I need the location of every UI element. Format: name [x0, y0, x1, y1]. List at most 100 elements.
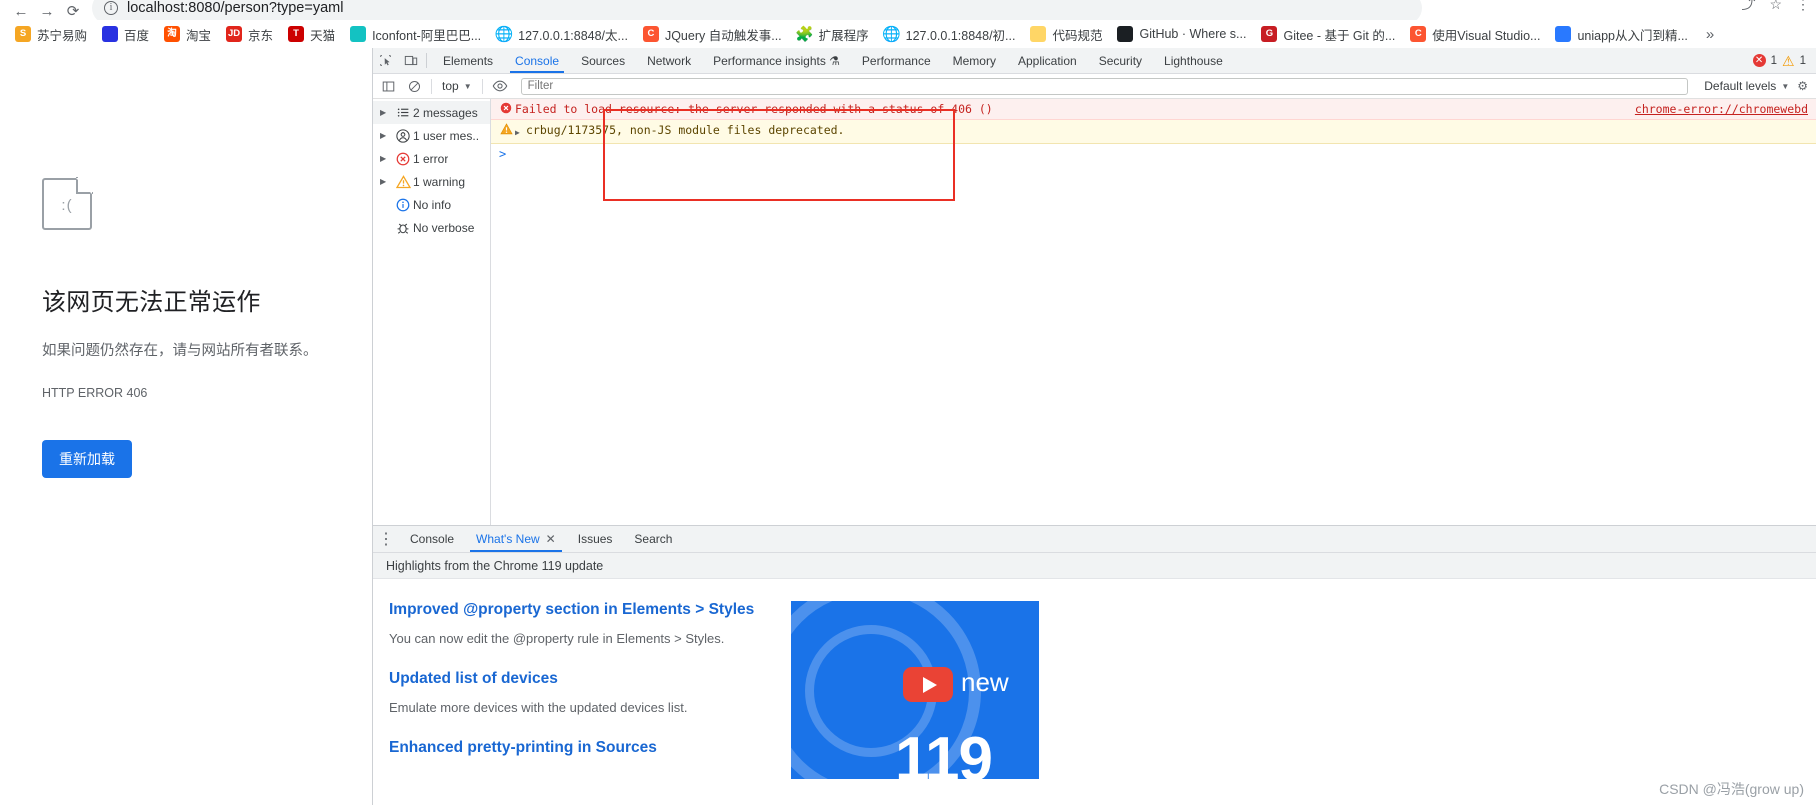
bookmark-label: 百度 — [124, 28, 150, 43]
console-sidebar-item[interactable]: ▶ 2 messages — [373, 101, 490, 124]
error-count-icon[interactable]: ✕ — [1752, 54, 1766, 67]
expand-triangle-icon[interactable]: ▶ — [515, 122, 526, 141]
console-sidebar-label: 1 warning — [413, 174, 466, 189]
devtools-tab-lighthouse[interactable]: Lighthouse — [1153, 48, 1234, 73]
bookmark-item[interactable]: 百度 — [95, 22, 156, 46]
console-error-source-link[interactable]: chrome-error://chromewebd — [1635, 101, 1808, 117]
console-sidebar-label: 1 error — [413, 151, 449, 166]
devtools-tab-security[interactable]: Security — [1088, 48, 1153, 73]
console-sidebar-label: No info — [413, 197, 452, 212]
inspect-element-icon[interactable] — [373, 48, 398, 73]
more-options-icon[interactable]: ⋮ — [373, 526, 399, 552]
settings-gear-icon[interactable]: ⚙ — [1797, 79, 1816, 93]
console-log-levels-select[interactable]: Default levels ▼ — [1696, 79, 1797, 93]
menu-icon[interactable]: ⋮ — [1796, 0, 1810, 13]
whats-new-description: You can now edit the @property rule in E… — [389, 631, 725, 646]
bookmark-label: uniapp从入门到精... — [1577, 28, 1688, 43]
console-filter-input[interactable] — [520, 77, 1689, 95]
bookmark-label: 代码规范 — [1052, 28, 1103, 43]
bookmark-item[interactable]: 🌐 127.0.0.1:8848/太... — [489, 22, 635, 46]
expand-triangle-icon[interactable]: ▶ — [380, 108, 393, 117]
devtools-issue-badges: ✕ 1 ⚠ 1 — [1752, 48, 1816, 73]
console-sidebar-item[interactable]: ▶ 1 error — [373, 147, 490, 170]
error-page: :( 该网页无法正常运作 如果问题仍然存在，请与网站所有者联系。 HTTP ER… — [42, 177, 372, 478]
iconfont-favicon — [350, 26, 367, 42]
bookmark-item[interactable]: JD 京东 — [219, 22, 280, 46]
error-code: HTTP ERROR 406 — [42, 386, 148, 400]
site-info-icon[interactable]: i — [104, 1, 118, 15]
drawer-tab-console[interactable]: Console — [399, 526, 465, 552]
youtube-play-icon[interactable] — [903, 667, 953, 702]
bookmark-item[interactable]: 代码规范 — [1023, 22, 1109, 46]
star-icon[interactable]: ☆ — [1769, 0, 1782, 13]
drawer-tab-what-s-new[interactable]: What's New ✕ — [465, 526, 567, 552]
console-toolbar: top ▼ Default levels ▼ ⚙ — [373, 74, 1816, 99]
uniapp-favicon — [1555, 26, 1572, 42]
devtools-tab-network[interactable]: Network — [636, 48, 702, 73]
console-message-warning[interactable]: ▶ crbug/1173575, non-JS module files dep… — [491, 120, 1816, 144]
expand-triangle-icon[interactable]: ▶ — [380, 154, 393, 163]
console-sidebar-label: 1 user mes.. — [413, 128, 480, 143]
drawer-tab-search[interactable]: Search — [623, 526, 683, 552]
bookmark-item[interactable]: C JQuery 自动触发事... — [636, 22, 789, 46]
sad-face-glyph: :( — [61, 197, 73, 214]
jd-favicon: JD — [226, 26, 243, 42]
whats-new-subheader: Highlights from the Chrome 119 update — [373, 553, 1816, 579]
bookmark-item[interactable]: G Gitee - 基于 Git 的... — [1254, 22, 1402, 46]
console-sidebar-item[interactable]: ▶ 1 warning — [373, 170, 490, 193]
whats-new-title-link[interactable]: Updated list of devices — [389, 670, 1816, 688]
bookmark-item[interactable]: 🌐 127.0.0.1:8848/初... — [877, 22, 1023, 46]
bookmark-item[interactable]: C 使用Visual Studio... — [1403, 22, 1547, 46]
close-icon[interactable]: ✕ — [546, 532, 556, 546]
console-sidebar-toggle-icon[interactable] — [375, 80, 401, 93]
devtools-tab-sources[interactable]: Sources — [570, 48, 636, 73]
bookmark-item[interactable]: S 苏宁易购 — [8, 22, 94, 46]
share-icon[interactable]: ⤴ — [1741, 0, 1755, 14]
console-sidebar: ▶ 2 messages ▶ 1 user mes.. ▶ 1 error ▶ 1 warni… — [373, 99, 491, 525]
bookmark-item[interactable]: Iconfont-阿里巴巴... — [343, 22, 488, 46]
console-sidebar-item[interactable]: ▶ 1 user mes.. — [373, 124, 490, 147]
page-title: 该网页无法正常运作 — [42, 289, 261, 316]
devtools-tab-console[interactable]: Console — [504, 48, 570, 73]
console-sidebar-item[interactable]: No verbose — [373, 216, 490, 239]
bookmarks-overflow-button[interactable]: » — [1700, 26, 1720, 43]
execution-context-select[interactable]: top ▼ — [436, 79, 478, 93]
bookmark-item[interactable]: uniapp从入门到精... — [1548, 22, 1694, 46]
globe-icon: 🌐 — [882, 25, 901, 43]
reload-button[interactable]: ⟳ — [60, 0, 86, 22]
reload-page-button[interactable]: 重新加载 — [42, 440, 132, 478]
drawer-tab-label: What's New — [476, 532, 540, 546]
devtools-tab-memory[interactable]: Memory — [942, 48, 1007, 73]
expand-triangle-icon[interactable]: ▶ — [380, 131, 393, 140]
devtools-tab-performance-insights[interactable]: Performance insights ⚗ — [702, 48, 851, 73]
whats-new-video-thumbnail[interactable]: new 119 — [791, 601, 1039, 779]
console-sidebar-item[interactable]: No info — [373, 193, 490, 216]
devtools-tab-elements[interactable]: Elements — [432, 48, 504, 73]
console-error-text: Failed to load resource: the server resp… — [515, 102, 993, 116]
console-prompt-caret: > — [499, 147, 507, 161]
back-button[interactable]: ← — [8, 0, 34, 22]
whats-new-title-link[interactable]: Improved @property section in Elements >… — [389, 601, 1816, 619]
csdn-favicon: C — [1410, 26, 1427, 42]
bookmark-item[interactable]: 🧩 扩展程序 — [790, 22, 876, 46]
forward-button[interactable]: → — [34, 0, 60, 22]
bookmark-label: 127.0.0.1:8848/太... — [518, 28, 628, 43]
bookmark-label: 使用Visual Studio... — [1432, 28, 1541, 43]
devtools-tabbar: Elements Console Sources Network Performance… — [373, 48, 1816, 74]
drawer-tab-issues[interactable]: Issues — [567, 526, 624, 552]
bookmark-item[interactable]: T 天猫 — [281, 22, 342, 46]
whats-new-title-link[interactable]: Enhanced pretty-printing in Sources — [389, 739, 1816, 757]
devtools-tab-performance[interactable]: Performance — [851, 48, 942, 73]
devtools-tab-application[interactable]: Application — [1007, 48, 1088, 73]
expand-triangle-icon[interactable]: ▶ — [380, 177, 393, 186]
device-toolbar-icon[interactable] — [398, 48, 423, 73]
gitee-favicon: G — [1261, 26, 1278, 42]
bookmark-item[interactable]: 淘淘宝 — [157, 22, 218, 46]
warning-count-icon[interactable]: ⚠ — [1782, 54, 1795, 68]
clear-console-icon[interactable] — [401, 80, 427, 93]
bookmark-item[interactable]: GitHub · Where s... — [1110, 22, 1253, 46]
live-expression-icon[interactable] — [487, 80, 513, 92]
bookmark-label: 扩展程序 — [818, 28, 869, 43]
console-message-error[interactable]: Failed to load resource: the server resp… — [491, 99, 1816, 120]
console-prompt[interactable]: > — [491, 144, 1816, 164]
